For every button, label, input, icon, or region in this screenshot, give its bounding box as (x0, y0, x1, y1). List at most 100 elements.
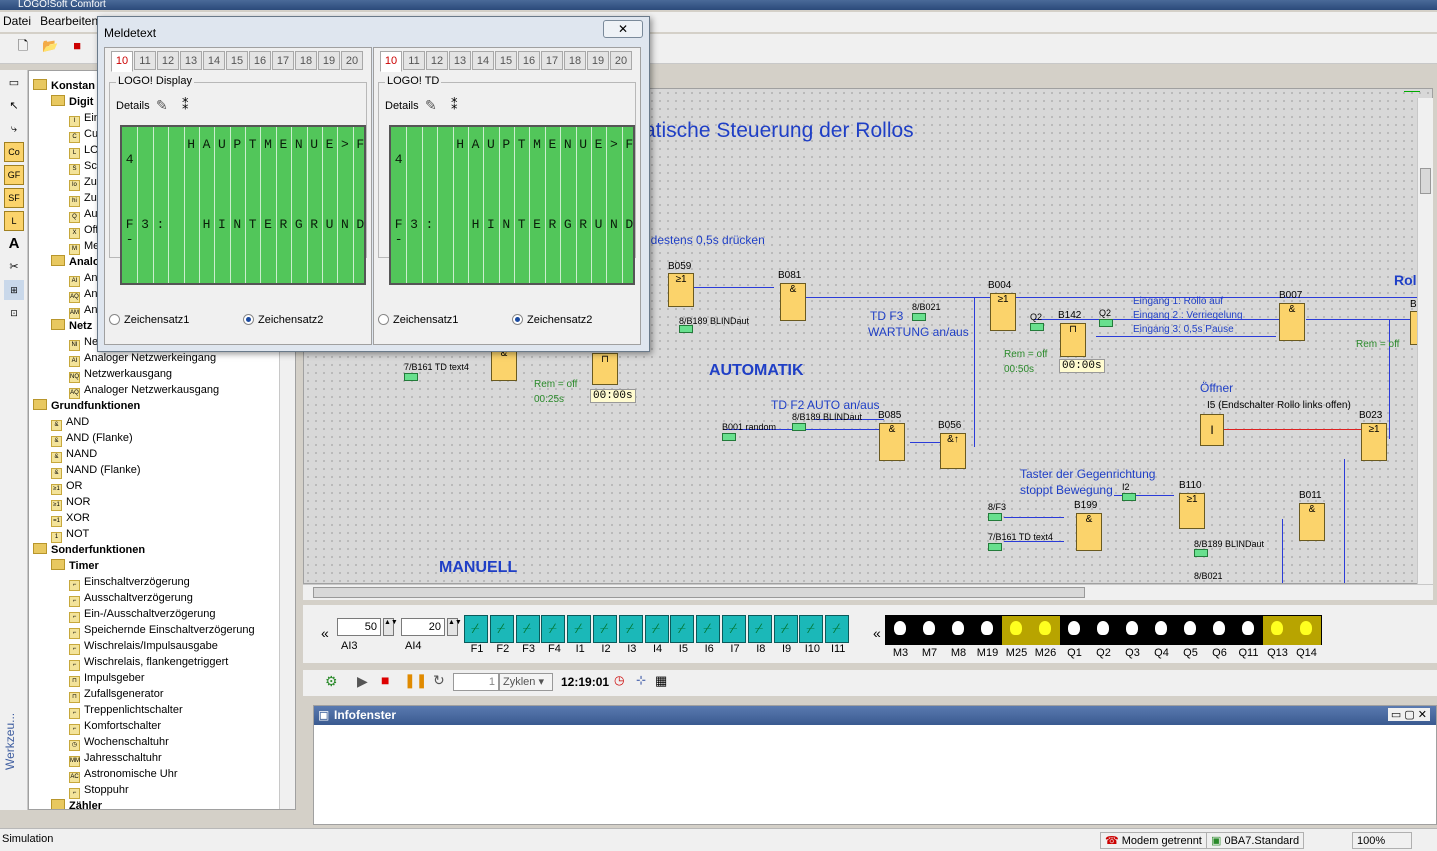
switch-f1[interactable]: ⌿ (464, 615, 488, 643)
info-pin-icon[interactable]: ▣ (318, 708, 329, 722)
tab-message-19[interactable]: 19 (587, 51, 609, 70)
block-b056[interactable]: &↑ (940, 433, 966, 469)
cycles-input[interactable]: 1 (453, 673, 499, 691)
text-tool-icon[interactable]: A (4, 234, 24, 254)
tree-item[interactable]: ⌐ Ein-/Ausschaltverzögerung (69, 606, 215, 623)
spinner-icon[interactable]: ▲▼ (383, 618, 398, 636)
tree-folder[interactable]: Timer (51, 558, 99, 574)
table-icon[interactable]: ▦ (655, 673, 667, 689)
tree-folder[interactable]: Konstan (33, 78, 95, 94)
tree-item[interactable]: ⊓ Zufallsgenerator (69, 686, 164, 703)
radio-zeichensatz1[interactable]: Zeichensatz1 (109, 314, 189, 326)
connector[interactable] (988, 543, 1002, 551)
tree-item[interactable]: ⌐ Treppenlichtschalter (69, 702, 183, 719)
tree-folder[interactable]: Digit (51, 94, 93, 110)
tab-message-14[interactable]: 14 (203, 51, 225, 70)
connector[interactable] (722, 433, 736, 441)
tree-item[interactable]: AC Astronomische Uhr (69, 766, 178, 783)
collapse-outputs-icon[interactable]: « (873, 625, 881, 641)
level-l-icon[interactable]: L (4, 211, 24, 231)
connector[interactable] (792, 423, 806, 431)
connector[interactable] (988, 513, 1002, 521)
tab-message-15[interactable]: 15 (226, 51, 248, 70)
switch-i8[interactable]: ⌿ (747, 615, 772, 643)
tree-folder[interactable]: Analo (51, 254, 100, 270)
tree-item[interactable]: & AND (51, 414, 89, 431)
tree-item[interactable]: NQ Netzwerkausgang (69, 366, 172, 383)
switch-i11[interactable]: ⌿ (825, 615, 850, 643)
tree-item[interactable]: ≥1 NOR (51, 494, 90, 511)
connector[interactable] (404, 373, 418, 381)
tree-item[interactable]: ⌐ Wischrelais, flankengetriggert (69, 654, 228, 671)
tab-message-20[interactable]: 20 (341, 51, 363, 70)
tab-message-19[interactable]: 19 (318, 51, 340, 70)
settings-icon[interactable]: ⁑ (451, 97, 458, 113)
network-sim-icon[interactable]: ⊹ (636, 673, 646, 687)
tree-item[interactable]: M Me (69, 238, 99, 255)
repeat-icon[interactable]: ↻ (433, 672, 445, 689)
tree-item[interactable]: & NAND (51, 446, 97, 463)
block-b085[interactable]: & (879, 423, 905, 461)
connector[interactable] (1122, 493, 1136, 501)
tree-item[interactable]: AQ Analoger Netzwerkausgang (69, 382, 219, 399)
constant-co-icon[interactable]: Co (4, 142, 24, 162)
tab-message-16[interactable]: 16 (249, 51, 271, 70)
cut-wire-icon[interactable]: ✂ (4, 257, 24, 277)
block-pulse[interactable]: ⊓ (592, 353, 618, 385)
tree-item[interactable]: AI Analoger Netzwerkeingang (69, 350, 216, 367)
tree-item[interactable]: ⌐ Stoppuhr (69, 782, 129, 799)
stop-icon[interactable]: ■ (381, 672, 389, 688)
tab-message-18[interactable]: 18 (564, 51, 586, 70)
connector[interactable] (1099, 319, 1113, 327)
vscroll-thumb[interactable] (1420, 168, 1431, 194)
tree-item[interactable]: & NAND (Flanke) (51, 462, 141, 479)
tree-item[interactable]: ⌐ Speichernde Einschaltverzögerung (69, 622, 255, 639)
menu-datei[interactable]: Datei (0, 12, 34, 30)
switch-f4[interactable]: ⌿ (541, 615, 566, 643)
radio-zeichensatz1[interactable]: Zeichensatz1 (378, 314, 458, 326)
toolbox-icon[interactable]: ■ (66, 35, 88, 57)
tree-item[interactable]: ⊓ Impulsgeber (69, 670, 145, 687)
block-b110[interactable]: ≥1 (1179, 493, 1205, 529)
tab-message-20[interactable]: 20 (610, 51, 632, 70)
switch-i5[interactable]: ⌿ (670, 615, 695, 643)
block-b142[interactable]: ⊓ (1060, 323, 1086, 357)
radio-zeichensatz2[interactable]: Zeichensatz2 (512, 314, 592, 326)
clock-icon[interactable]: ◷ (614, 673, 624, 687)
tree-item[interactable]: I Ein (69, 110, 100, 127)
tree-item[interactable]: X Off (69, 222, 98, 239)
switch-f3[interactable]: ⌿ (515, 615, 540, 643)
simulation-icon[interactable]: ⊞ (4, 280, 24, 300)
tree-hscrollbar[interactable] (29, 809, 295, 810)
tab-message-14[interactable]: 14 (472, 51, 494, 70)
connector[interactable] (679, 325, 693, 333)
spinner-icon[interactable]: ▲▼ (447, 618, 462, 636)
basic-gf-icon[interactable]: GF (4, 165, 24, 185)
tree-item[interactable]: & AND (Flanke) (51, 430, 133, 447)
tree-item[interactable]: L LO (69, 142, 99, 159)
analog-input-value-ai4[interactable]: 20 (401, 618, 445, 636)
tree-item[interactable]: ⌐ Einschaltverzögerung (69, 574, 190, 591)
tab-message-13[interactable]: 13 (449, 51, 471, 70)
special-sf-icon[interactable]: SF (4, 188, 24, 208)
tab-message-17[interactable]: 17 (541, 51, 563, 70)
switch-i4[interactable]: ⌿ (644, 615, 669, 643)
run-sim-icon[interactable]: ⚙ (325, 673, 338, 690)
tab-message-15[interactable]: 15 (495, 51, 517, 70)
lcd-display[interactable]: HAUPTMENUE>F4F3: HINTERGRUND- BELEUCHTUN… (120, 125, 366, 285)
tab-message-10[interactable]: 10 (380, 51, 402, 72)
tab-message-12[interactable]: 12 (426, 51, 448, 70)
connect-tool-icon[interactable]: ⤷ (4, 119, 24, 139)
canvas-hscrollbar[interactable] (303, 584, 1433, 600)
tree-item[interactable]: ⌐ Ausschaltverzögerung (69, 590, 193, 607)
switch-i1[interactable]: ⌿ (567, 615, 592, 643)
block-b011[interactable]: & (1299, 503, 1325, 541)
pause-icon[interactable]: ❚❚ (404, 672, 427, 689)
block-b081[interactable]: & (780, 283, 806, 321)
tree-folder[interactable]: Netz (51, 318, 92, 334)
canvas-vscrollbar[interactable] (1417, 98, 1433, 584)
tree-item[interactable]: ⌐ Wischrelais/Impulsausgabe (69, 638, 218, 655)
switch-f2[interactable]: ⌿ (489, 615, 514, 643)
block-b-timer[interactable]: & (491, 347, 517, 381)
block-b199[interactable]: & (1076, 513, 1102, 551)
